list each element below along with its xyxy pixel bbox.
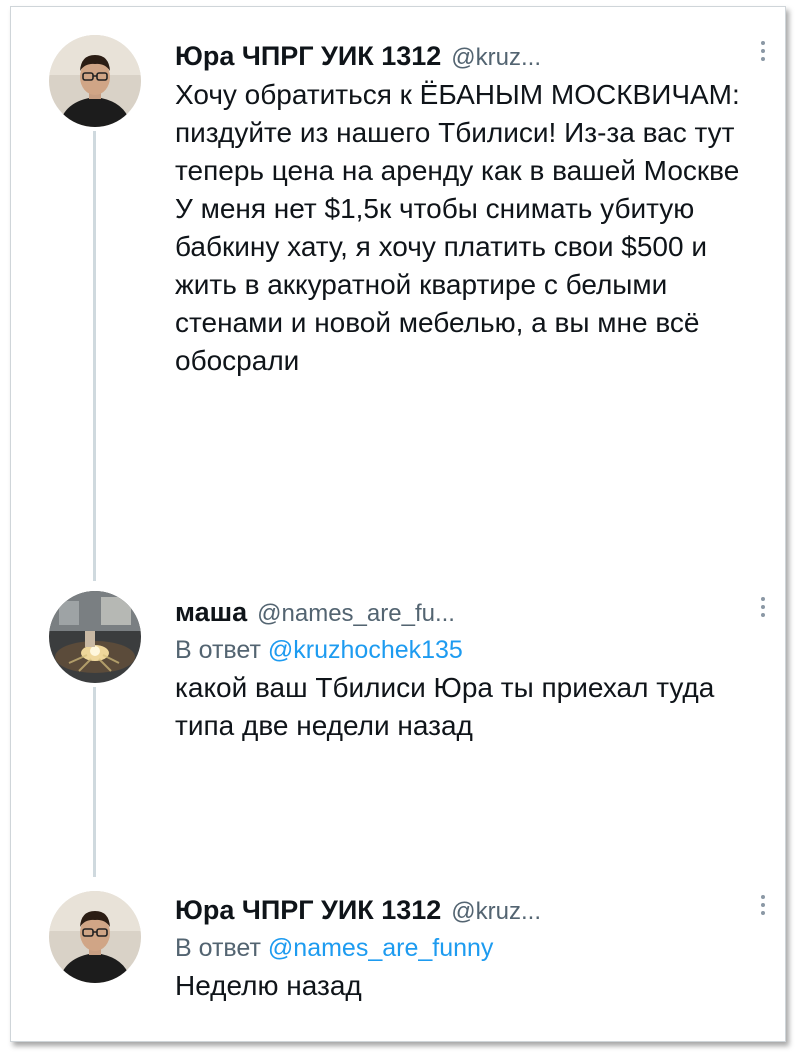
tweet-body: Юра ЧПРГ УИК 1312 @kruz... Хочу обратить… [175, 41, 745, 380]
tweet-text: Неделю назад [175, 970, 362, 1001]
avatar[interactable] [49, 591, 141, 683]
reply-context: В ответ @names_are_funny [175, 934, 745, 963]
tweet-header: Юра ЧПРГ УИК 1312 @kruz... [175, 41, 745, 72]
user-handle[interactable]: @names_are_fu... [257, 600, 455, 628]
tweet-body: Юра ЧПРГ УИК 1312 @kruz... В ответ @name… [175, 895, 745, 1005]
user-handle[interactable]: @kruz... [451, 898, 541, 926]
avatar-man-icon [49, 891, 141, 983]
tweet-text: какой ваш Тбилиси Юра ты приехал туда ти… [175, 672, 715, 741]
thread-line [93, 131, 96, 581]
reply-mention-link[interactable]: @kruzhochek135 [268, 636, 463, 664]
reply-prefix: В ответ [175, 934, 261, 962]
avatar[interactable] [49, 35, 141, 127]
more-vertical-icon[interactable] [761, 41, 767, 61]
display-name[interactable]: Юра ЧПРГ УИК 1312 [175, 41, 441, 72]
tweet-body: маша @names_are_fu... В ответ @kruzhoche… [175, 597, 745, 745]
reply-mention-link[interactable]: @names_are_funny [268, 934, 494, 962]
avatar-man-icon [49, 35, 141, 127]
user-handle[interactable]: @kruz... [451, 44, 541, 72]
display-name[interactable]: Юра ЧПРГ УИК 1312 [175, 895, 441, 926]
tweet-text: Хочу обратиться к ЁБАНЫМ МОСКВИЧАМ: пизд… [175, 79, 740, 376]
tweet-header: Юра ЧПРГ УИК 1312 @kruz... [175, 895, 745, 926]
avatar[interactable] [49, 891, 141, 983]
reply-context: В ответ @kruzhochek135 [175, 636, 745, 665]
candle-photo-icon [49, 591, 141, 683]
display-name[interactable]: маша [175, 597, 247, 628]
more-vertical-icon[interactable] [761, 597, 767, 617]
reply-prefix: В ответ [175, 636, 261, 664]
tweet-header: маша @names_are_fu... [175, 597, 745, 628]
tweet-thread-card: Юра ЧПРГ УИК 1312 @kruz... Хочу обратить… [10, 6, 786, 1042]
more-vertical-icon[interactable] [761, 895, 767, 915]
thread-line [93, 687, 96, 877]
